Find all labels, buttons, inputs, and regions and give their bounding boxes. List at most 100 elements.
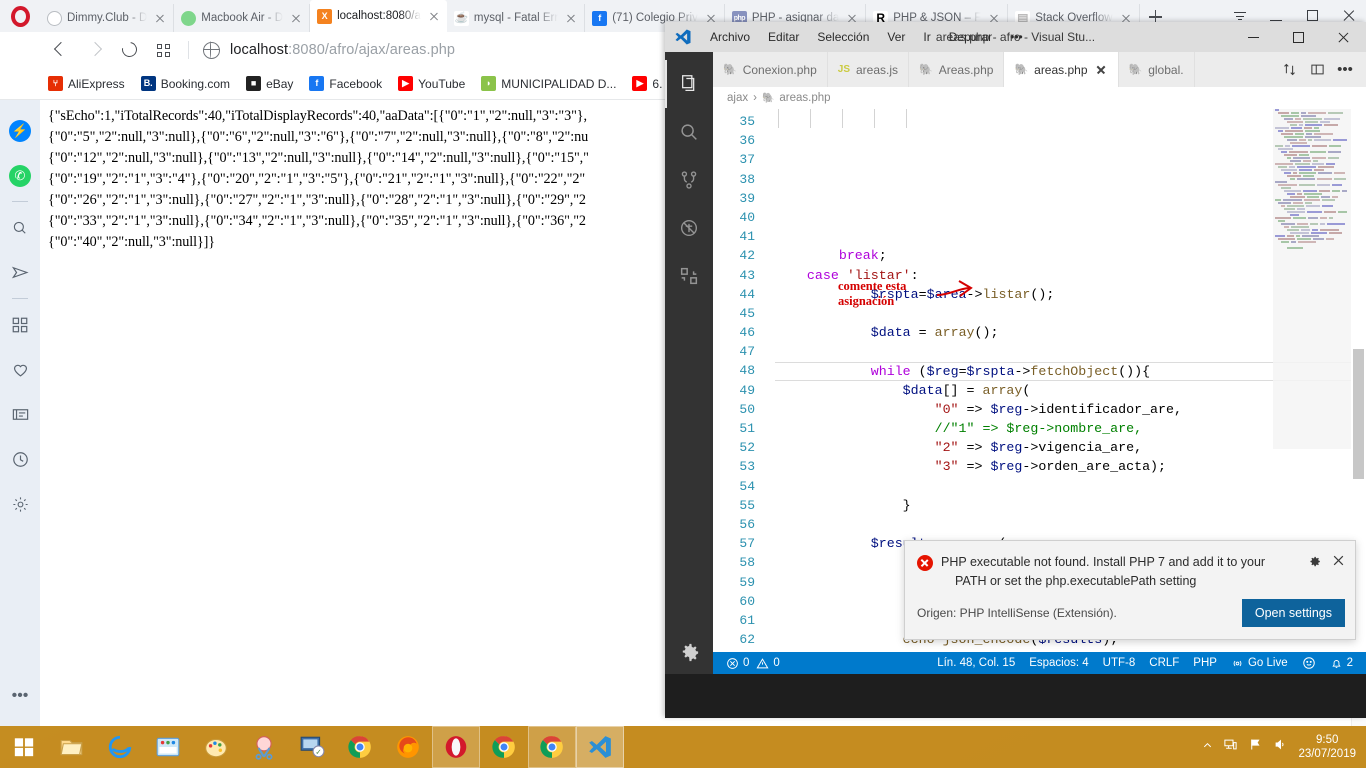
- more-actions-icon[interactable]: •••: [1332, 52, 1358, 87]
- remote-desktop-icon[interactable]: ✓: [288, 726, 336, 768]
- windows-start-icon[interactable]: [0, 726, 48, 768]
- volume-icon[interactable]: [1273, 737, 1288, 757]
- tab-close-icon[interactable]: [152, 10, 168, 26]
- status-notification-count: 2: [1346, 657, 1353, 669]
- settings-icon[interactable]: [0, 482, 40, 527]
- bookmark-favicon: f: [309, 76, 325, 91]
- bookmark-item[interactable]: f Facebook: [309, 76, 382, 91]
- address-bar[interactable]: localhost:8080/afro/ajax/areas.php: [230, 42, 455, 58]
- bookmark-item[interactable]: B. Booking.com: [140, 76, 230, 91]
- tab-close-icon[interactable]: [426, 8, 442, 24]
- editor-tab[interactable]: 🐘 Conexion.php: [713, 52, 828, 87]
- line-number: 55: [739, 497, 755, 513]
- browser-tab[interactable]: Xlocalhost:8080/a: [310, 0, 447, 32]
- menu-item[interactable]: •••: [1001, 22, 1032, 52]
- menu-item[interactable]: Ver: [878, 22, 914, 52]
- editor-tab[interactable]: 🐘 Areas.php: [909, 52, 1005, 87]
- editor-tab[interactable]: 🐘 areas.php: [1004, 52, 1119, 87]
- smiley-icon[interactable]: [1295, 652, 1323, 674]
- back-button[interactable]: [44, 35, 78, 65]
- send-icon[interactable]: [0, 250, 40, 295]
- menu-item[interactable]: Depurar: [940, 22, 1001, 52]
- source-control-icon[interactable]: [665, 156, 713, 204]
- vscode-minimize-button[interactable]: [1231, 22, 1276, 52]
- snipping-tool-icon[interactable]: [240, 726, 288, 768]
- show-hidden-icon[interactable]: [1202, 738, 1213, 756]
- chrome-icon[interactable]: [480, 726, 528, 768]
- code-token: break: [838, 248, 879, 264]
- menu-item[interactable]: Ir: [914, 22, 939, 52]
- history-icon[interactable]: [0, 437, 40, 482]
- open-settings-button[interactable]: Open settings: [1241, 599, 1345, 627]
- split-editor-icon[interactable]: [1276, 52, 1302, 87]
- bookmark-item[interactable]: ⑂ AliExpress: [48, 76, 125, 91]
- status-go-live[interactable]: Go Live: [1224, 652, 1295, 674]
- heart-icon[interactable]: [0, 347, 40, 392]
- browser-tab[interactable]: ☕ mysql - Fatal Err: [447, 4, 586, 32]
- bookmark-item[interactable]: ◗ MUNICIPALIDAD D...: [481, 76, 616, 91]
- menu-item[interactable]: Editar: [759, 22, 808, 52]
- editor-tab[interactable]: 🐘 global.: [1118, 52, 1195, 87]
- editor-tab-close-icon[interactable]: [1094, 63, 1108, 77]
- status-errors[interactable]: 0: [719, 652, 756, 674]
- taskbar-clock[interactable]: 9:50 23/07/2019: [1298, 733, 1356, 761]
- site-info-globe-icon[interactable]: [202, 41, 220, 59]
- vscode-icon[interactable]: [576, 726, 624, 768]
- status-cursor-position[interactable]: Lín. 48, Col. 15: [930, 652, 1022, 674]
- tab-close-icon[interactable]: [563, 10, 579, 26]
- extensions-icon[interactable]: [665, 252, 713, 300]
- speed-dial-button[interactable]: [146, 35, 180, 65]
- line-number: 42: [739, 248, 755, 264]
- status-warnings[interactable]: 0: [756, 652, 786, 674]
- search-icon[interactable]: [665, 108, 713, 156]
- status-language-mode[interactable]: PHP: [1186, 652, 1224, 674]
- status-indentation[interactable]: Espacios: 4: [1022, 652, 1095, 674]
- network-icon[interactable]: [1223, 737, 1238, 757]
- line-number: 40: [739, 209, 755, 225]
- close-icon[interactable]: [1332, 554, 1345, 572]
- paint-icon[interactable]: [192, 726, 240, 768]
- vscode-close-button[interactable]: [1321, 22, 1366, 52]
- explorer-icon[interactable]: [665, 60, 713, 108]
- whatsapp-icon[interactable]: ✆: [0, 153, 40, 198]
- bookmark-item[interactable]: ■ eBay: [246, 76, 293, 91]
- reload-button[interactable]: [112, 35, 146, 65]
- opera-icon[interactable]: [432, 726, 480, 768]
- layout-icon[interactable]: [1304, 52, 1330, 87]
- chrome-icon[interactable]: [336, 726, 384, 768]
- search-icon[interactable]: [0, 205, 40, 250]
- bookmark-item[interactable]: ▶ 6.: [632, 76, 662, 91]
- tab-close-icon[interactable]: [288, 10, 304, 26]
- status-notifications-bell[interactable]: 2: [1323, 652, 1360, 674]
- code-editor[interactable]: 35 36 37 38 39 40 41 42 43 44 45 46 47 48 49 50 51 52 53 54…: [713, 109, 1366, 652]
- status-encoding[interactable]: UTF-8: [1096, 652, 1143, 674]
- news-icon[interactable]: [0, 392, 40, 437]
- browser-tab[interactable]: Macbook Air - D: [174, 4, 311, 32]
- line-number: 51: [739, 421, 755, 436]
- menu-item[interactable]: Selección: [808, 22, 878, 52]
- gear-icon[interactable]: [1307, 554, 1322, 574]
- internet-explorer-icon[interactable]: [96, 726, 144, 768]
- editor-tab-label: global.: [1148, 62, 1184, 77]
- bookmark-label: Facebook: [329, 76, 383, 91]
- forward-button[interactable]: [78, 35, 112, 65]
- flag-icon[interactable]: [1248, 737, 1263, 757]
- editor-tab[interactable]: JS areas.js: [827, 52, 910, 87]
- breadcrumb-file[interactable]: areas.php: [779, 92, 830, 104]
- firefox-icon[interactable]: [384, 726, 432, 768]
- bookmark-item[interactable]: ▶ YouTube: [398, 76, 465, 91]
- browser-tab[interactable]: Dimmy.Club - D: [40, 4, 175, 32]
- vscode-maximize-button[interactable]: [1276, 22, 1321, 52]
- file-explorer-icon[interactable]: [48, 726, 96, 768]
- menu-item[interactable]: Archivo: [701, 22, 759, 52]
- debug-icon[interactable]: [665, 204, 713, 252]
- folder-icon[interactable]: [144, 726, 192, 768]
- manage-gear-icon[interactable]: [665, 641, 713, 664]
- messenger-icon[interactable]: ⚡: [0, 108, 40, 153]
- minimap-slider[interactable]: [1273, 109, 1351, 449]
- more-icon[interactable]: •••: [0, 673, 40, 718]
- breadcrumb-folder[interactable]: ajax: [727, 92, 748, 104]
- speed-dial-icon[interactable]: [0, 302, 40, 347]
- chrome-icon[interactable]: [528, 726, 576, 768]
- status-eol[interactable]: CRLF: [1142, 652, 1186, 674]
